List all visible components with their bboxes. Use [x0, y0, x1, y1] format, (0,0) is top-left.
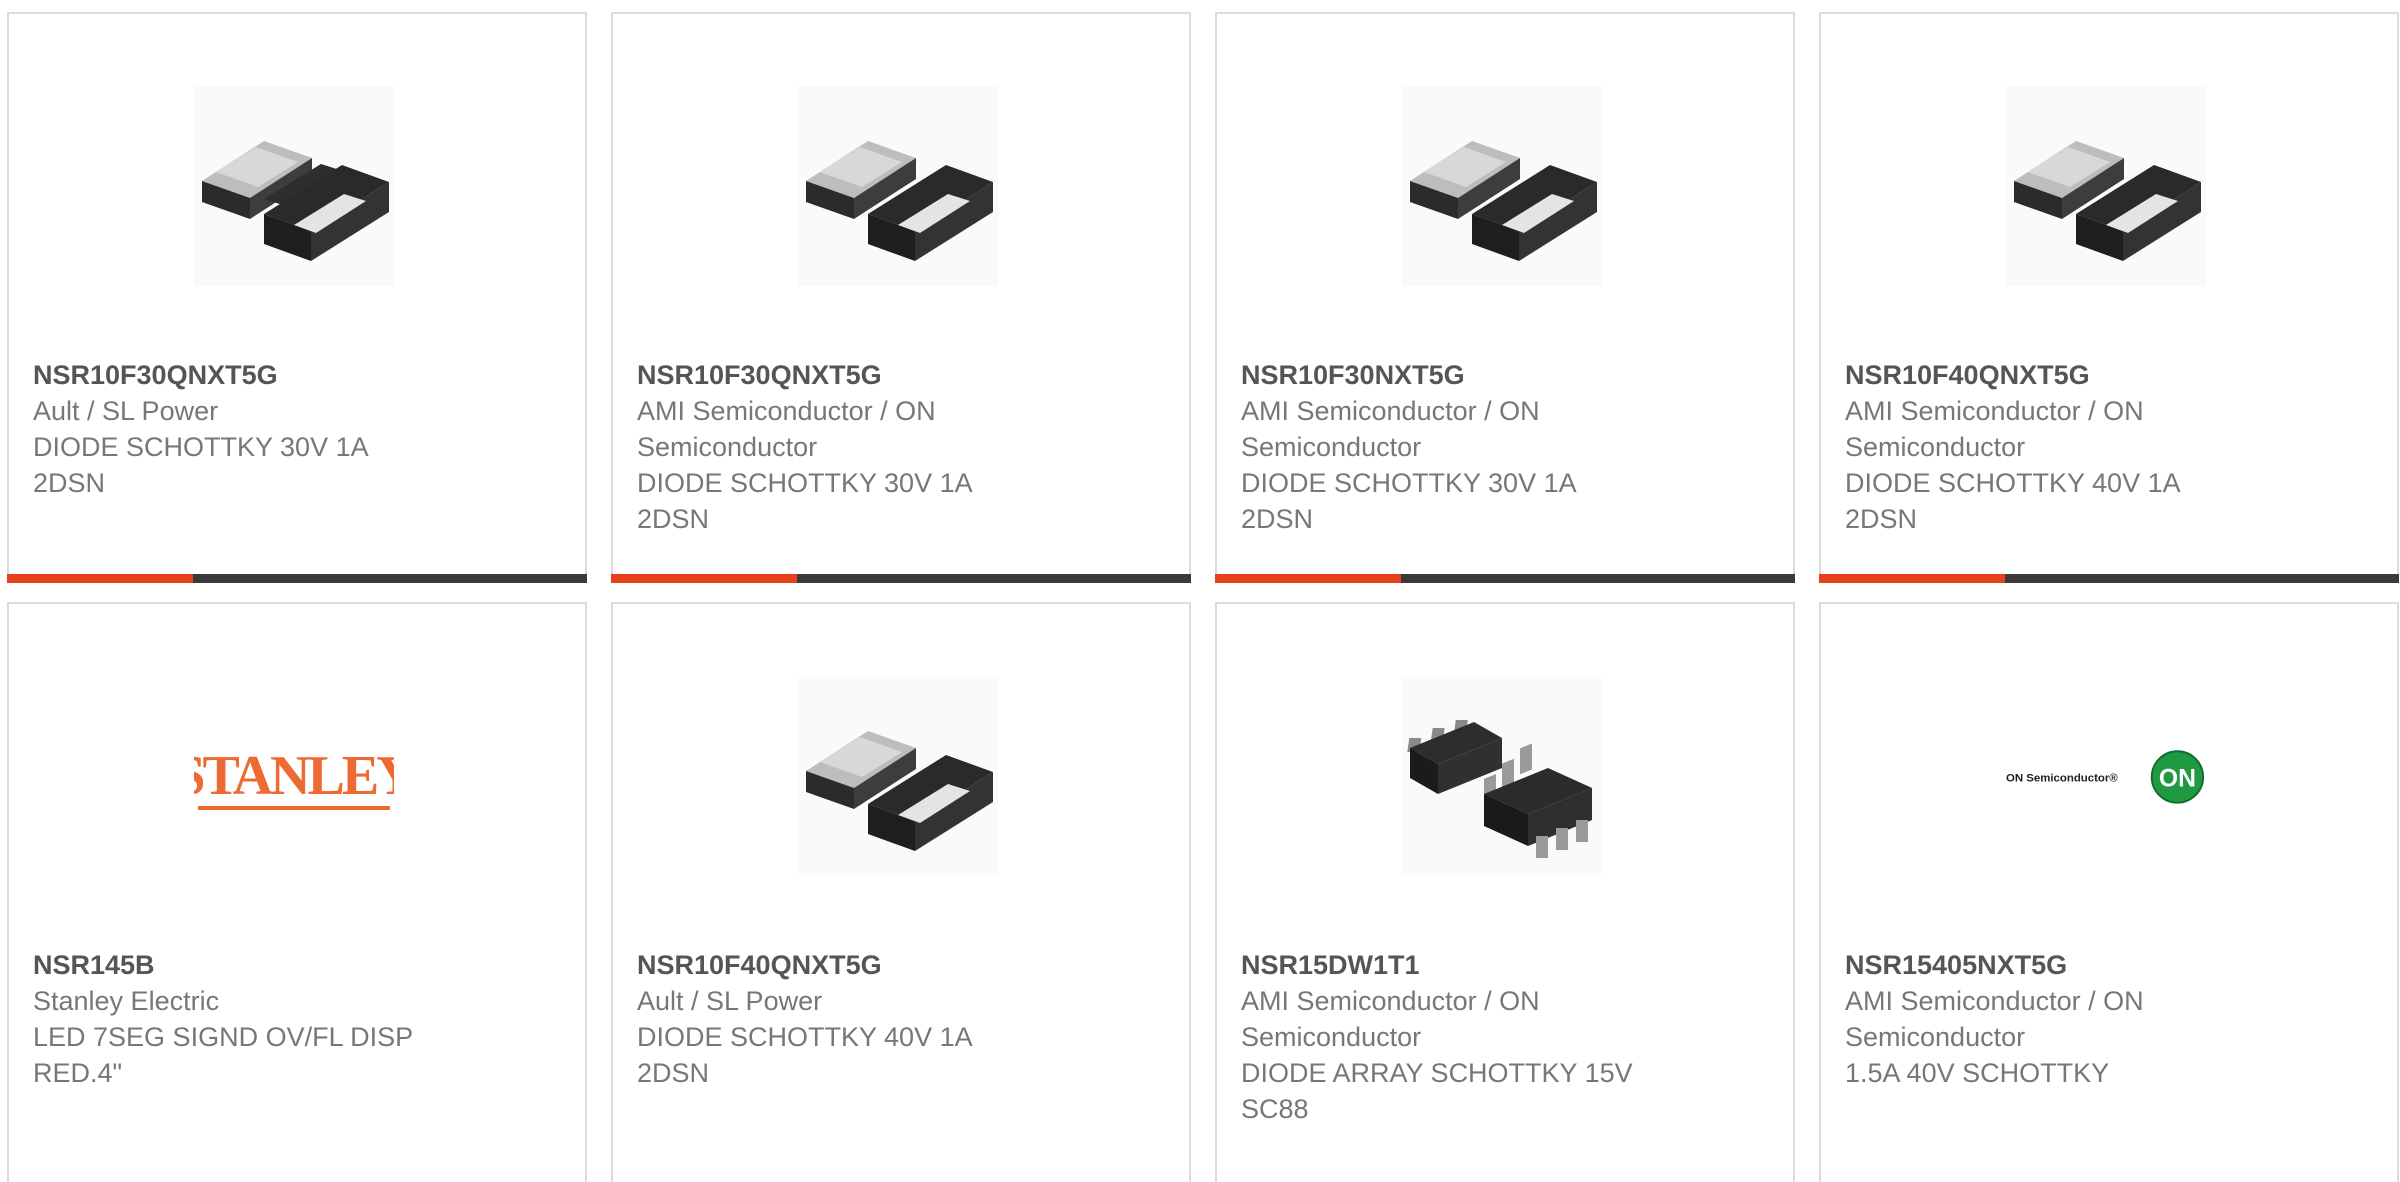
on-semiconductor-logo-text: ON Semiconductor®	[2006, 773, 2118, 785]
product-info: NSR10F30NXT5G AMI Semiconductor / ON Sem…	[1241, 357, 1773, 537]
description: DIODE SCHOTTKY 30V 1A 2DSN	[1241, 468, 1577, 534]
stanley-logo-text: STANLEY	[194, 745, 394, 807]
part-number[interactable]: NSR10F30NXT5G	[1241, 357, 1773, 393]
part-number[interactable]: NSR10F40QNXT5G	[1845, 357, 2377, 393]
product-grid: NSR10F30QNXT5G Ault / SL Power DIODE SCH…	[0, 0, 2400, 1182]
sc88-package-icon[interactable]	[1402, 676, 1602, 876]
description: DIODE SCHOTTKY 30V 1A 2DSN	[637, 468, 973, 534]
product-card[interactable]: NSR10F30NXT5G AMI Semiconductor / ON Sem…	[1215, 12, 1795, 583]
part-number[interactable]: NSR145B	[33, 947, 565, 983]
part-number[interactable]: NSR10F30QNXT5G	[33, 357, 565, 393]
progress-bar-fill	[1215, 574, 1401, 583]
product-info: NSR10F40QNXT5G Ault / SL Power DIODE SCH…	[637, 947, 1169, 1091]
description: DIODE SCHOTTKY 30V 1A 2DSN	[33, 432, 369, 498]
progress-bar	[1215, 574, 1795, 583]
progress-bar-fill	[611, 574, 797, 583]
description: LED 7SEG SIGND OV/FL DISP RED.4"	[33, 1022, 414, 1088]
manufacturer: AMI Semiconductor / ON Semiconductor	[1845, 986, 2144, 1052]
part-number[interactable]: NSR15DW1T1	[1241, 947, 1773, 983]
progress-bar	[1819, 574, 2399, 583]
manufacturer: Stanley Electric	[33, 986, 220, 1016]
product-card[interactable]: NSR10F40QNXT5G Ault / SL Power DIODE SCH…	[611, 602, 1191, 1182]
description: 1.5A 40V SCHOTTKY	[1845, 1058, 2110, 1088]
stanley-logo[interactable]: STANLEY	[194, 676, 394, 876]
part-number[interactable]: NSR10F40QNXT5G	[637, 947, 1169, 983]
part-number[interactable]: NSR15405NXT5G	[1845, 947, 2377, 983]
product-info: NSR145B Stanley Electric LED 7SEG SIGND …	[33, 947, 565, 1091]
dsn2-package-icon[interactable]	[194, 86, 394, 286]
manufacturer: AMI Semiconductor / ON Semiconductor	[1241, 986, 1540, 1052]
product-info: NSR10F30QNXT5G Ault / SL Power DIODE SCH…	[33, 357, 565, 501]
progress-bar-fill	[1819, 574, 2005, 583]
manufacturer: Ault / SL Power	[33, 396, 219, 426]
progress-bar	[611, 574, 1191, 583]
product-info: NSR10F30QNXT5G AMI Semiconductor / ON Se…	[637, 357, 1169, 537]
progress-bar-fill	[7, 574, 193, 583]
manufacturer: AMI Semiconductor / ON Semiconductor	[1241, 396, 1540, 462]
description: DIODE SCHOTTKY 40V 1A 2DSN	[637, 1022, 973, 1088]
product-card[interactable]: ON Semiconductor® ON NSR15405NXT5G AMI S…	[1819, 602, 2399, 1182]
product-card[interactable]: NSR10F30QNXT5G Ault / SL Power DIODE SCH…	[7, 12, 587, 583]
dsn2-package-icon[interactable]	[2006, 86, 2206, 286]
description: DIODE SCHOTTKY 40V 1A 2DSN	[1845, 468, 2181, 534]
description: DIODE ARRAY SCHOTTKY 15V SC88	[1241, 1058, 1633, 1124]
product-info: NSR15DW1T1 AMI Semiconductor / ON Semico…	[1241, 947, 1773, 1127]
dsn2-package-icon[interactable]	[798, 676, 998, 876]
manufacturer: AMI Semiconductor / ON Semiconductor	[637, 396, 936, 462]
dsn2-package-icon[interactable]	[1402, 86, 1602, 286]
product-card[interactable]: NSR10F40QNXT5G AMI Semiconductor / ON Se…	[1819, 12, 2399, 583]
part-number[interactable]: NSR10F30QNXT5G	[637, 357, 1169, 393]
on-semiconductor-logo[interactable]: ON Semiconductor® ON	[2006, 676, 2206, 876]
on-badge-text: ON	[2159, 765, 2196, 792]
dsn2-package-icon[interactable]	[798, 86, 998, 286]
product-info: NSR15405NXT5G AMI Semiconductor / ON Sem…	[1845, 947, 2377, 1091]
product-info: NSR10F40QNXT5G AMI Semiconductor / ON Se…	[1845, 357, 2377, 537]
manufacturer: AMI Semiconductor / ON Semiconductor	[1845, 396, 2144, 462]
product-card[interactable]: STANLEY NSR145B Stanley Electric LED 7SE…	[7, 602, 587, 1182]
product-card[interactable]: NSR10F30QNXT5G AMI Semiconductor / ON Se…	[611, 12, 1191, 583]
product-card[interactable]: NSR15DW1T1 AMI Semiconductor / ON Semico…	[1215, 602, 1795, 1182]
manufacturer: Ault / SL Power	[637, 986, 823, 1016]
progress-bar	[7, 574, 587, 583]
